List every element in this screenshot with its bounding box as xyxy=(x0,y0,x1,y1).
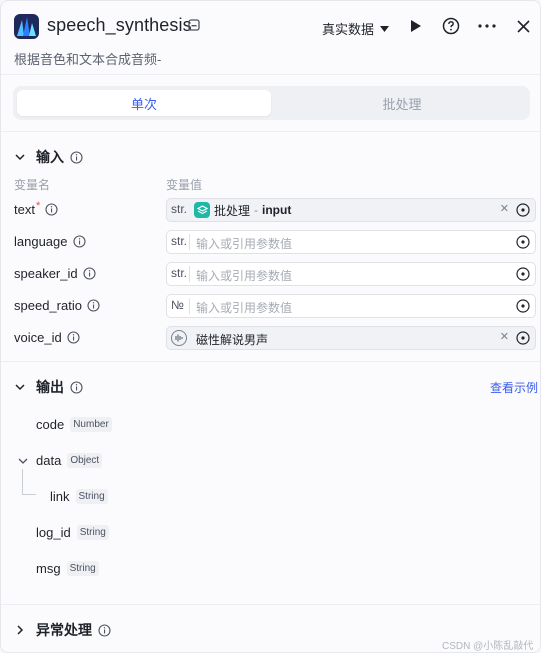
clear-icon[interactable]: ✕ xyxy=(500,330,509,343)
data-source-label: 真实数据 xyxy=(322,22,375,37)
output-field-log-id: log_id String xyxy=(36,525,109,540)
edit-title-icon[interactable] xyxy=(187,18,201,32)
type-separator xyxy=(189,298,190,314)
number-type-tag: № xyxy=(171,298,184,312)
info-icon[interactable] xyxy=(67,331,80,344)
type-badge: String xyxy=(76,525,109,540)
info-icon[interactable] xyxy=(70,150,83,164)
divider xyxy=(1,604,540,605)
reference-target-icon[interactable] xyxy=(516,235,530,249)
divider xyxy=(1,361,540,362)
required-marker: * xyxy=(35,199,41,212)
chevron-down-icon xyxy=(15,154,25,161)
reference-target-icon[interactable] xyxy=(516,331,530,345)
param-name: speaker_id xyxy=(14,266,78,281)
ref-separator: - xyxy=(254,203,259,217)
type-tag: str. xyxy=(171,202,188,216)
placeholder: 输入或引用参数值 xyxy=(196,237,293,251)
output-field-name: code xyxy=(36,417,65,432)
type-tag: str. xyxy=(171,234,188,248)
output-field-name: msg xyxy=(36,561,61,576)
ref-source: 批处理 xyxy=(214,203,251,218)
run-play-icon[interactable] xyxy=(406,16,426,36)
output-field-msg: msg String xyxy=(36,561,99,576)
reference-target-icon[interactable] xyxy=(516,267,530,281)
language-value-field[interactable]: str. 输入或引用参数值 xyxy=(166,230,536,254)
caret-down-icon xyxy=(380,25,390,32)
voice-value: 磁性解说男声 xyxy=(196,333,269,347)
output-field-name: link xyxy=(50,489,70,504)
node-panel: speech_synthesis 根据音色和文本合成音频- 真实数据 单次 批处… xyxy=(0,0,541,653)
tree-connector xyxy=(22,494,36,495)
info-icon[interactable] xyxy=(87,299,100,312)
param-label-speed-ratio: speed_ratio xyxy=(14,298,100,313)
param-name: speed_ratio xyxy=(14,298,82,313)
voice-id-value-field[interactable]: 磁性解说男声 ✕ xyxy=(166,326,536,350)
help-icon[interactable] xyxy=(441,16,461,36)
output-section-title: 输出 xyxy=(36,379,64,395)
clear-icon[interactable]: ✕ xyxy=(500,202,509,215)
type-badge: Object xyxy=(67,453,103,468)
info-icon[interactable] xyxy=(72,235,86,248)
chevron-right-icon xyxy=(17,625,24,635)
chevron-down-icon xyxy=(15,384,25,391)
output-field-link: link String xyxy=(50,489,108,504)
type-tag: str. xyxy=(171,266,188,280)
param-label-text: text * xyxy=(14,199,58,217)
speed-ratio-value-field[interactable]: № 输入或引用参数值 xyxy=(166,294,536,318)
param-label-speaker-id: speaker_id xyxy=(14,266,96,281)
output-field-data: data Object xyxy=(36,453,103,468)
info-icon[interactable] xyxy=(70,380,83,394)
tab-single[interactable]: 单次 xyxy=(17,90,271,116)
output-field-code: code Number xyxy=(36,417,112,432)
exception-section-header[interactable]: 异常处理 xyxy=(14,620,111,640)
column-header-value: 变量值 xyxy=(166,178,203,192)
info-icon[interactable] xyxy=(45,203,58,216)
exception-section-title: 异常处理 xyxy=(36,622,92,638)
input-section-header[interactable]: 输入 xyxy=(14,147,83,167)
output-field-name: data xyxy=(36,453,62,468)
mode-tabs: 单次 批处理 xyxy=(13,86,530,120)
reference-target-icon[interactable] xyxy=(516,203,530,217)
type-badge: String xyxy=(75,489,108,504)
placeholder: 输入或引用参数值 xyxy=(196,301,293,315)
input-section-title: 输入 xyxy=(36,149,64,165)
param-name: language xyxy=(14,234,68,249)
tab-batch[interactable]: 批处理 xyxy=(275,90,529,116)
output-section-header[interactable]: 输出 xyxy=(14,377,83,397)
view-example-link[interactable]: 查看示例 xyxy=(490,379,538,396)
type-separator xyxy=(189,266,190,282)
info-icon[interactable] xyxy=(98,623,111,637)
reference-chip[interactable]: 批处理 - input xyxy=(194,201,291,219)
type-separator xyxy=(189,234,190,250)
param-name: text xyxy=(14,202,35,217)
voice-waveform-icon xyxy=(171,330,187,346)
close-icon[interactable] xyxy=(513,16,533,36)
output-field-name: log_id xyxy=(36,525,71,540)
batch-layers-icon xyxy=(194,202,210,218)
watermark-text: CSDN @小陈乱敲代码 xyxy=(442,641,534,652)
type-badge: Number xyxy=(70,417,112,432)
param-label-language: language xyxy=(14,234,86,249)
app-logo-icon xyxy=(14,14,39,39)
panel-header: speech_synthesis 根据音色和文本合成音频- 真实数据 xyxy=(1,1,540,75)
ref-variable: input xyxy=(262,203,292,217)
type-badge: String xyxy=(66,561,99,576)
tree-connector xyxy=(22,469,23,494)
data-source-dropdown[interactable]: 真实数据 xyxy=(322,19,390,38)
chevron-down-icon[interactable] xyxy=(18,457,28,465)
param-name: voice_id xyxy=(14,330,62,345)
text-value-field[interactable]: str. 批处理 - input ✕ xyxy=(166,198,536,222)
divider xyxy=(1,131,540,132)
node-title: speech_synthesis xyxy=(47,15,192,35)
more-options-icon[interactable] xyxy=(477,16,497,36)
reference-target-icon[interactable] xyxy=(516,299,530,313)
column-header-name: 变量名 xyxy=(14,178,51,192)
speaker-id-value-field[interactable]: str. 输入或引用参数值 xyxy=(166,262,536,286)
param-label-voice-id: voice_id xyxy=(14,330,80,345)
node-description: 根据音色和文本合成音频- xyxy=(14,52,162,67)
placeholder: 输入或引用参数值 xyxy=(196,269,293,283)
info-icon[interactable] xyxy=(83,267,96,280)
